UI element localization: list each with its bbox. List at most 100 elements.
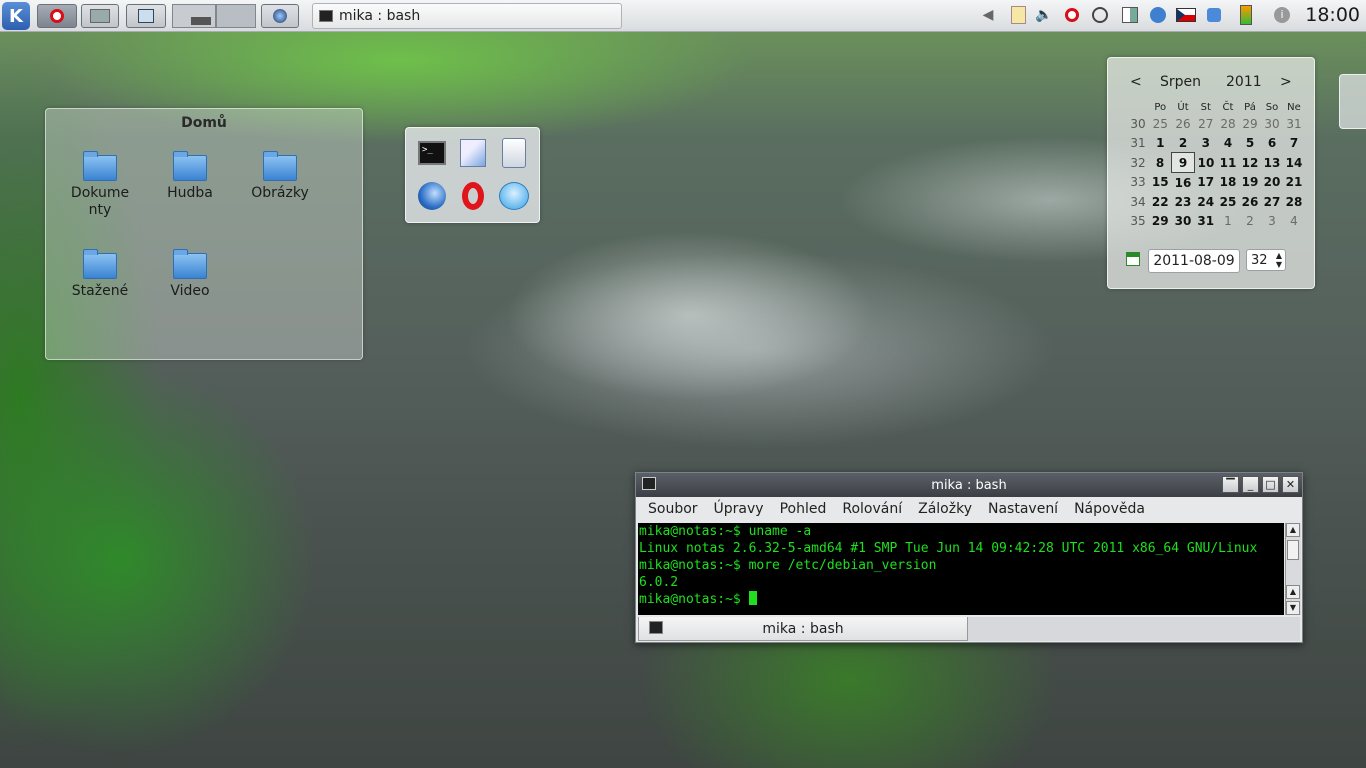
media-player-icon[interactable] (1090, 4, 1110, 26)
day-cell[interactable]: 31 (1195, 211, 1218, 230)
day-cell[interactable]: 2 (1172, 133, 1195, 153)
menu-scrollback[interactable]: Rolování (834, 501, 910, 517)
window-titlebar[interactable]: mika : bash ▔ _ □ ✕ (636, 473, 1302, 497)
text-editor-launcher[interactable] (457, 137, 489, 169)
day-cell[interactable]: 3 (1195, 133, 1218, 153)
day-cell[interactable]: 5 (1239, 133, 1261, 153)
day-cell[interactable]: 26 (1239, 192, 1261, 211)
day-cell[interactable]: 10 (1195, 153, 1218, 173)
bluetooth-icon[interactable] (1204, 4, 1224, 26)
day-cell[interactable]: 1 (1217, 211, 1239, 230)
day-cell-today[interactable]: 9 (1171, 152, 1195, 173)
day-cell[interactable]: 31 (1283, 114, 1305, 133)
day-cell[interactable]: 27 (1261, 192, 1283, 211)
day-cell[interactable]: 27 (1195, 114, 1218, 133)
day-cell[interactable]: 21 (1283, 173, 1305, 193)
day-cell[interactable]: 29 (1239, 114, 1261, 133)
scroll-down-icon[interactable]: ▼ (1286, 601, 1300, 615)
day-cell[interactable]: 25 (1149, 114, 1172, 133)
opera-tray-icon[interactable] (1062, 4, 1082, 26)
year-label[interactable]: 2011 (1226, 74, 1262, 90)
day-cell[interactable]: 4 (1217, 133, 1239, 153)
day-cell[interactable]: 28 (1283, 192, 1305, 211)
keep-above-button[interactable]: ▔ (1222, 476, 1239, 493)
kde-update-icon[interactable] (1148, 4, 1168, 26)
opera-launcher[interactable] (37, 4, 77, 28)
prev-month-button[interactable]: < (1130, 74, 1142, 90)
konsole-launcher[interactable]: >_ (416, 137, 448, 169)
next-month-button[interactable]: > (1280, 74, 1292, 90)
day-cell[interactable]: 4 (1283, 211, 1305, 230)
day-cell[interactable]: 22 (1149, 192, 1172, 211)
pager-desktop-1[interactable] (172, 4, 216, 28)
day-cell[interactable]: 17 (1195, 173, 1218, 193)
network-icon[interactable] (1120, 4, 1140, 26)
opera-launcher[interactable] (457, 180, 489, 212)
browser-launcher[interactable] (261, 4, 299, 28)
day-cell[interactable]: 30 (1261, 114, 1283, 133)
clipboard-icon[interactable] (1008, 4, 1028, 26)
minimize-button[interactable]: _ (1242, 476, 1259, 493)
day-cell[interactable]: 24 (1195, 192, 1218, 211)
day-cell[interactable]: 6 (1261, 133, 1283, 153)
thunderbird-launcher[interactable] (416, 180, 448, 212)
day-cell[interactable]: 13 (1261, 153, 1283, 173)
close-button[interactable]: ✕ (1282, 476, 1299, 493)
day-cell[interactable]: 11 (1217, 153, 1239, 173)
menu-help[interactable]: Nápověda (1066, 501, 1153, 517)
day-cell[interactable]: 30 (1172, 211, 1195, 230)
day-cell[interactable]: 15 (1149, 173, 1172, 193)
day-cell[interactable]: 29 (1149, 211, 1172, 230)
taskbar-item-konsole[interactable]: mika : bash (312, 3, 622, 29)
menu-edit[interactable]: Úpravy (706, 501, 772, 517)
terminal-output[interactable]: mika@notas:~$ uname -a Linux notas 2.6.3… (638, 523, 1284, 615)
day-cell[interactable]: 14 (1283, 153, 1305, 173)
menu-settings[interactable]: Nastavení (980, 501, 1066, 517)
folder-videos[interactable]: Video (154, 249, 226, 299)
spin-arrows-icon[interactable]: ▲ ▼ (1276, 251, 1282, 269)
day-cell[interactable]: 7 (1283, 133, 1305, 153)
pager-desktop-2[interactable] (216, 4, 256, 28)
folder-documents[interactable]: Dokume nty (64, 151, 136, 219)
vertical-scrollbar[interactable]: ▲ ▲ ▼ (1285, 523, 1301, 615)
file-cabinet-launcher[interactable] (498, 137, 530, 169)
day-cell[interactable]: 12 (1239, 153, 1261, 173)
folder-music[interactable]: Hudba (154, 151, 226, 201)
tab-bash-session[interactable]: mika : bash (638, 617, 968, 641)
kde-menu-button[interactable]: K (2, 2, 30, 30)
volume-icon[interactable]: 🔈 (1034, 4, 1054, 26)
menu-file[interactable]: Soubor (640, 501, 706, 517)
today-calendar-icon[interactable] (1126, 252, 1140, 266)
panel-edge-handle[interactable] (1339, 74, 1366, 129)
messenger-launcher[interactable] (498, 180, 530, 212)
month-label[interactable]: Srpen (1160, 74, 1201, 90)
day-cell[interactable]: 26 (1172, 114, 1195, 133)
day-cell[interactable]: 28 (1217, 114, 1239, 133)
show-desktop-button[interactable] (81, 4, 119, 28)
date-field[interactable]: 2011-08-09 (1148, 249, 1240, 273)
tray-collapse-arrow-icon[interactable]: ◀ (978, 4, 998, 26)
day-cell[interactable]: 1 (1149, 133, 1172, 153)
scroll-thumb[interactable] (1287, 540, 1299, 560)
day-cell[interactable]: 8 (1149, 153, 1172, 173)
file-manager-launcher[interactable] (126, 4, 166, 28)
day-cell[interactable]: 19 (1239, 173, 1261, 193)
maximize-button[interactable]: □ (1262, 476, 1279, 493)
day-cell[interactable]: 3 (1261, 211, 1283, 230)
folder-pictures[interactable]: Obrázky (244, 151, 316, 201)
keyboard-layout-icon[interactable] (1176, 4, 1196, 26)
terminal-icon[interactable] (642, 477, 656, 490)
day-cell[interactable]: 20 (1261, 173, 1283, 193)
week-spinbox[interactable]: 32 ▲ ▼ (1246, 249, 1286, 271)
clock[interactable]: 18:00 (1305, 4, 1360, 26)
day-cell[interactable]: 16 (1172, 173, 1195, 193)
day-cell[interactable]: 18 (1217, 173, 1239, 193)
menu-view[interactable]: Pohled (772, 501, 835, 517)
day-cell[interactable]: 25 (1217, 192, 1239, 211)
menu-bookmarks[interactable]: Záložky (910, 501, 980, 517)
info-icon[interactable]: i (1272, 4, 1292, 26)
day-cell[interactable]: 2 (1239, 211, 1261, 230)
battery-icon[interactable] (1236, 4, 1256, 26)
scroll-up-icon[interactable]: ▲ (1286, 585, 1300, 599)
scroll-up-icon[interactable]: ▲ (1286, 523, 1300, 537)
